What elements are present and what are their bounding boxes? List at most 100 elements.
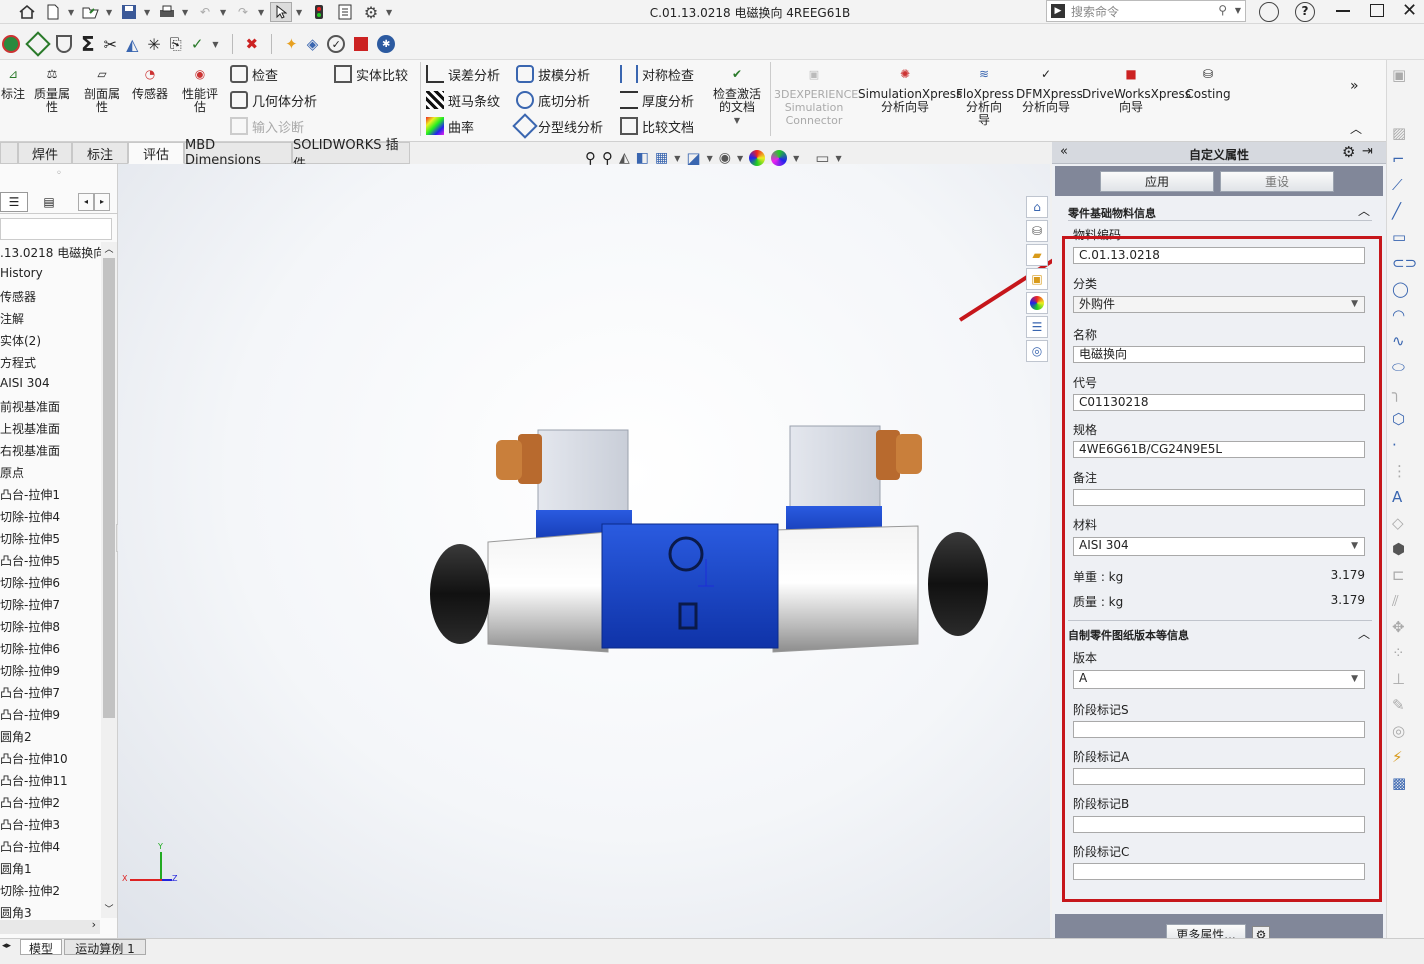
check-circle-icon[interactable]: ✓	[327, 35, 346, 53]
search-icon[interactable]: ⚲	[1218, 3, 1227, 17]
tab-mbd-dimensions[interactable]: MBD Dimensions	[184, 138, 292, 168]
spline-icon[interactable]: ∿	[1392, 332, 1417, 350]
tab-weldments[interactable]: 焊件	[18, 142, 72, 164]
apply-button[interactable]: 应用	[1100, 171, 1214, 192]
measure-icon[interactable]	[2, 35, 20, 53]
view-orientation-icon[interactable]: ◪	[686, 149, 700, 167]
hide-show-dropdown-icon[interactable]: ▼	[737, 154, 743, 163]
appearances-icon[interactable]	[1026, 292, 1048, 314]
mass-check-icon[interactable]	[25, 31, 51, 57]
text-icon[interactable]: A	[1392, 488, 1417, 506]
symmetry-check-button[interactable]: 对称检查	[620, 64, 694, 84]
file-properties-icon[interactable]	[334, 2, 356, 22]
curvature-button[interactable]: 曲率	[426, 116, 474, 136]
rectangle-icon[interactable]: ▭	[1392, 228, 1417, 246]
zoom-area-icon[interactable]: ⚲	[602, 149, 613, 167]
tree-item[interactable]: 圆角1	[0, 860, 32, 877]
select-pointer-icon[interactable]	[270, 2, 292, 22]
scene-dropdown-icon[interactable]: ▼	[793, 154, 799, 163]
image-icon[interactable]: ▨	[1392, 124, 1417, 142]
checker-dropdown-icon[interactable]: ▼	[212, 40, 218, 49]
relations-icon[interactable]: ⊥	[1392, 670, 1417, 688]
tree-item[interactable]: 切除-拉伸4	[0, 508, 60, 525]
driveworksxpress-button[interactable]: ■ DriveWorksXpress 向导	[1082, 68, 1191, 114]
tree-item[interactable]: History	[0, 266, 43, 280]
fillet-icon[interactable]: ╮	[1392, 384, 1417, 402]
deviation-analysis-button[interactable]: 误差分析	[426, 64, 500, 84]
redo-icon[interactable]: ↷	[232, 2, 254, 22]
previous-view-icon[interactable]: ◭	[619, 150, 630, 166]
view-palette-icon[interactable]: ▣	[1026, 268, 1048, 290]
section-properties-button[interactable]: ▱ 剖面属 性	[80, 68, 124, 114]
search-commands-input[interactable]: ▶ 搜索命令 ⚲ ▼	[1046, 0, 1246, 22]
tree-item[interactable]: 实体(2)	[0, 332, 41, 349]
mirror-icon[interactable]: ◭	[126, 35, 138, 54]
undercut-analysis-button[interactable]: 底切分析	[516, 90, 590, 110]
feature-works-icon[interactable]: ◈	[307, 35, 319, 53]
stop-icon[interactable]	[354, 37, 369, 51]
slot-icon[interactable]: ⊂⊃	[1392, 254, 1417, 272]
tab-solidworks-addins[interactable]: SOLIDWORKS 插件	[292, 138, 410, 172]
tree-item[interactable]: 切除-拉伸9	[0, 662, 60, 679]
ellipse-icon[interactable]: ⬭	[1392, 358, 1417, 376]
frame-icon[interactable]: ⌐	[1392, 150, 1417, 168]
centerline-icon[interactable]: ⋮	[1392, 462, 1417, 480]
options-gear-icon[interactable]: ⚙	[360, 2, 382, 22]
minimize-icon[interactable]	[1336, 10, 1350, 12]
tree-item[interactable]: 前视基准面	[0, 398, 60, 415]
tree-item[interactable]: 切除-拉伸8	[0, 618, 60, 635]
tab-nav-icon[interactable]: ◂▸	[2, 941, 11, 951]
tab-features-partial[interactable]	[0, 142, 18, 164]
move-entities-icon[interactable]: ✥	[1392, 618, 1417, 636]
tree-item[interactable]: 切除-拉伸6	[0, 574, 60, 591]
pin-icon[interactable]: ⇥	[1362, 144, 1373, 159]
pattern-icon[interactable]: ⁘	[1392, 644, 1417, 662]
search-dropdown-icon[interactable]: ▼	[1235, 6, 1241, 15]
model-tab[interactable]: 模型	[20, 939, 62, 956]
save-icon[interactable]	[118, 2, 140, 22]
smart-dimension-icon[interactable]: ⟋	[1392, 176, 1417, 194]
draft-analysis-button[interactable]: 拔模分析	[516, 64, 590, 84]
feature-tree-tab-icon[interactable]: ☰	[0, 191, 28, 212]
tree-filter-input[interactable]	[0, 218, 112, 240]
hide-show-icon[interactable]: ◉	[719, 150, 731, 166]
annotation-dropdown-icon[interactable]: ▼	[674, 154, 680, 163]
tree-item[interactable]: AISI 304	[0, 376, 50, 390]
reset-button[interactable]: 重设	[1220, 171, 1334, 192]
tree-item[interactable]: 上视基准面	[0, 420, 60, 437]
properties-icon[interactable]: ▣	[1392, 66, 1417, 84]
tree-root-part[interactable]: .13.0218 电磁换向	[0, 244, 105, 261]
property-manager-tab-icon[interactable]: ▤	[32, 192, 66, 212]
print-icon[interactable]	[156, 2, 178, 22]
scroll-up-icon[interactable]: ︿	[101, 242, 117, 256]
mass-properties-button[interactable]: ⚖ 质量属 性	[30, 68, 74, 114]
tab-scroll-left-icon[interactable]: ◂	[78, 192, 94, 211]
plane-icon[interactable]: ◇	[1392, 514, 1417, 532]
section-view-icon[interactable]: ◧	[636, 150, 649, 166]
delete-features-icon[interactable]: ✖	[246, 35, 259, 53]
costing-button[interactable]: ⛁ Costing	[1184, 68, 1232, 101]
zebra-stripes-button[interactable]: 斑马条纹	[426, 90, 500, 110]
rapid-sketch-icon[interactable]: ⚡	[1392, 748, 1417, 766]
tab-dimensions[interactable]: 标注	[72, 142, 128, 164]
solidworks-forum-icon[interactable]: ◎	[1026, 340, 1048, 362]
tree-item[interactable]: 切除-拉伸2	[0, 882, 60, 899]
circle-icon[interactable]: ◯	[1392, 280, 1417, 298]
rebuild-icon[interactable]	[308, 2, 330, 22]
compare-bodies-button[interactable]: 实体比较	[334, 64, 408, 84]
maximize-icon[interactable]	[1370, 4, 1384, 17]
custom-properties-tab-icon[interactable]: ☰	[1026, 316, 1048, 338]
undo-icon[interactable]: ↶	[194, 2, 216, 22]
check-active-document-button[interactable]: ✔ 检查激活 的文档 ▼	[706, 68, 768, 127]
tree-item[interactable]: 右视基准面	[0, 442, 60, 459]
tree-item[interactable]: 凸台-拉伸4	[0, 838, 60, 855]
parting-line-analysis-button[interactable]: 分型线分析	[512, 113, 603, 139]
home-icon[interactable]	[16, 2, 38, 22]
offset-icon[interactable]: ⊏	[1392, 566, 1417, 584]
motion-study-tab[interactable]: 运动算例 1	[64, 939, 146, 956]
section1-collapse-icon[interactable]: ︿	[1358, 202, 1370, 219]
tree-item[interactable]: 凸台-拉伸10	[0, 750, 68, 767]
tree-item[interactable]: 凸台-拉伸7	[0, 684, 60, 701]
split-icon[interactable]: ✂	[104, 35, 117, 54]
tab-scroll-right-icon[interactable]: ▸	[94, 192, 110, 211]
